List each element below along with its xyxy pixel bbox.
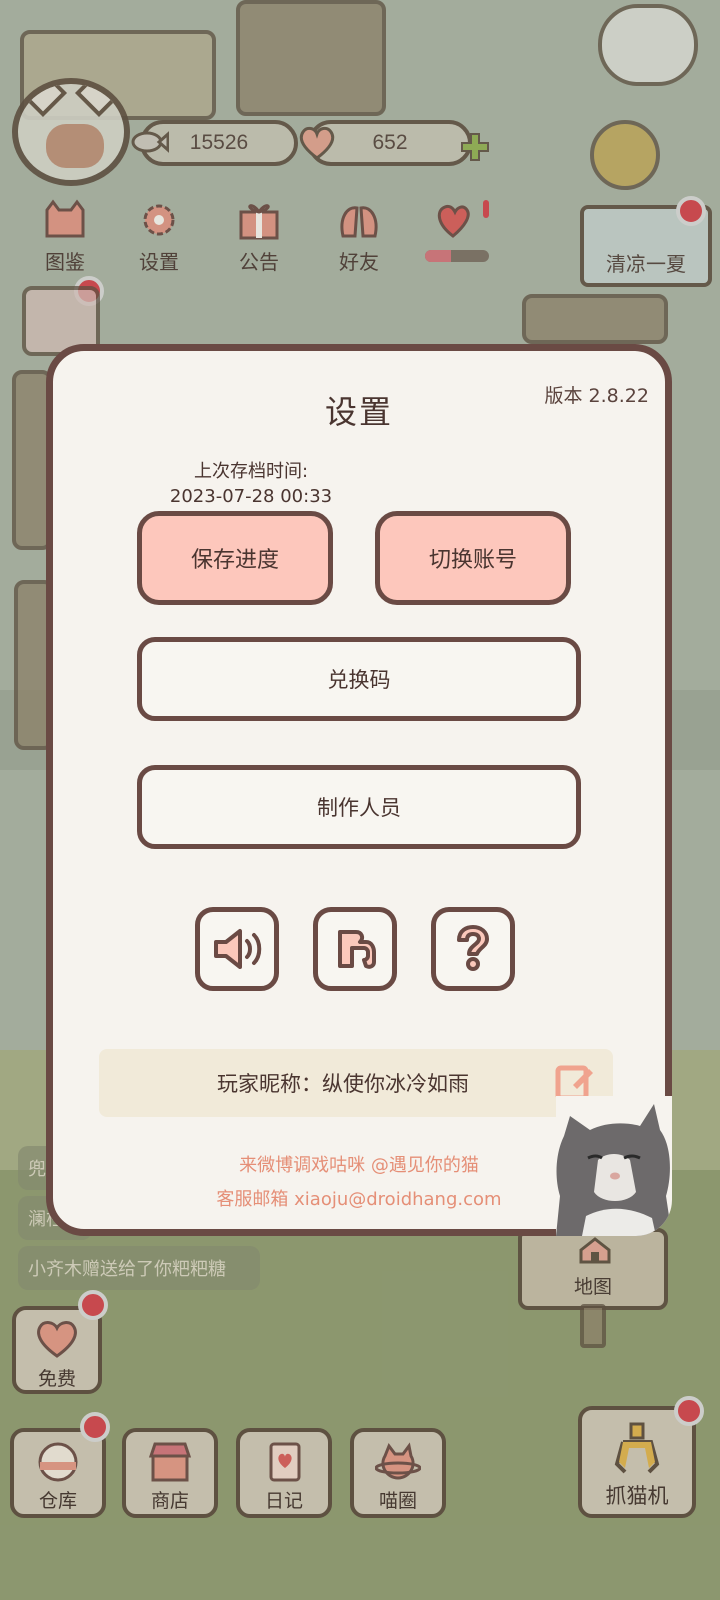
version-label: 版本 2.8.22 bbox=[544, 385, 649, 407]
sound-toggle-button[interactable] bbox=[195, 907, 279, 991]
nickname-label: 玩家昵称： bbox=[217, 1072, 322, 1096]
nickname-bar: 玩家昵称： 纵使你冰冷如雨 bbox=[99, 1049, 613, 1117]
redeem-code-button[interactable]: 兑换码 bbox=[137, 637, 581, 721]
cat-photo-sticker bbox=[556, 1096, 672, 1236]
question-mark-icon bbox=[457, 925, 489, 971]
save-progress-label: 保存进度 bbox=[190, 548, 279, 573]
cat-face-image bbox=[556, 1096, 672, 1236]
last-save-label: 上次存档时间: bbox=[193, 461, 309, 482]
switch-account-label: 切换账号 bbox=[428, 548, 517, 573]
save-progress-button[interactable]: 保存进度 bbox=[137, 511, 333, 605]
help-button[interactable] bbox=[431, 907, 515, 991]
redeem-code-label: 兑换码 bbox=[327, 668, 391, 692]
switch-account-button[interactable]: 切换账号 bbox=[375, 511, 571, 605]
credits-label: 制作人员 bbox=[317, 796, 401, 820]
credits-button[interactable]: 制作人员 bbox=[137, 765, 581, 849]
music-toggle-button[interactable] bbox=[313, 907, 397, 991]
last-save-time: 2023-07-28 00:33 bbox=[169, 486, 333, 507]
nickname-value: 纵使你冰冷如雨 bbox=[322, 1072, 469, 1096]
music-icon bbox=[338, 930, 376, 969]
last-save-info: 上次存档时间: 2023-07-28 00:33 bbox=[141, 459, 361, 509]
speaker-icon bbox=[214, 929, 262, 969]
